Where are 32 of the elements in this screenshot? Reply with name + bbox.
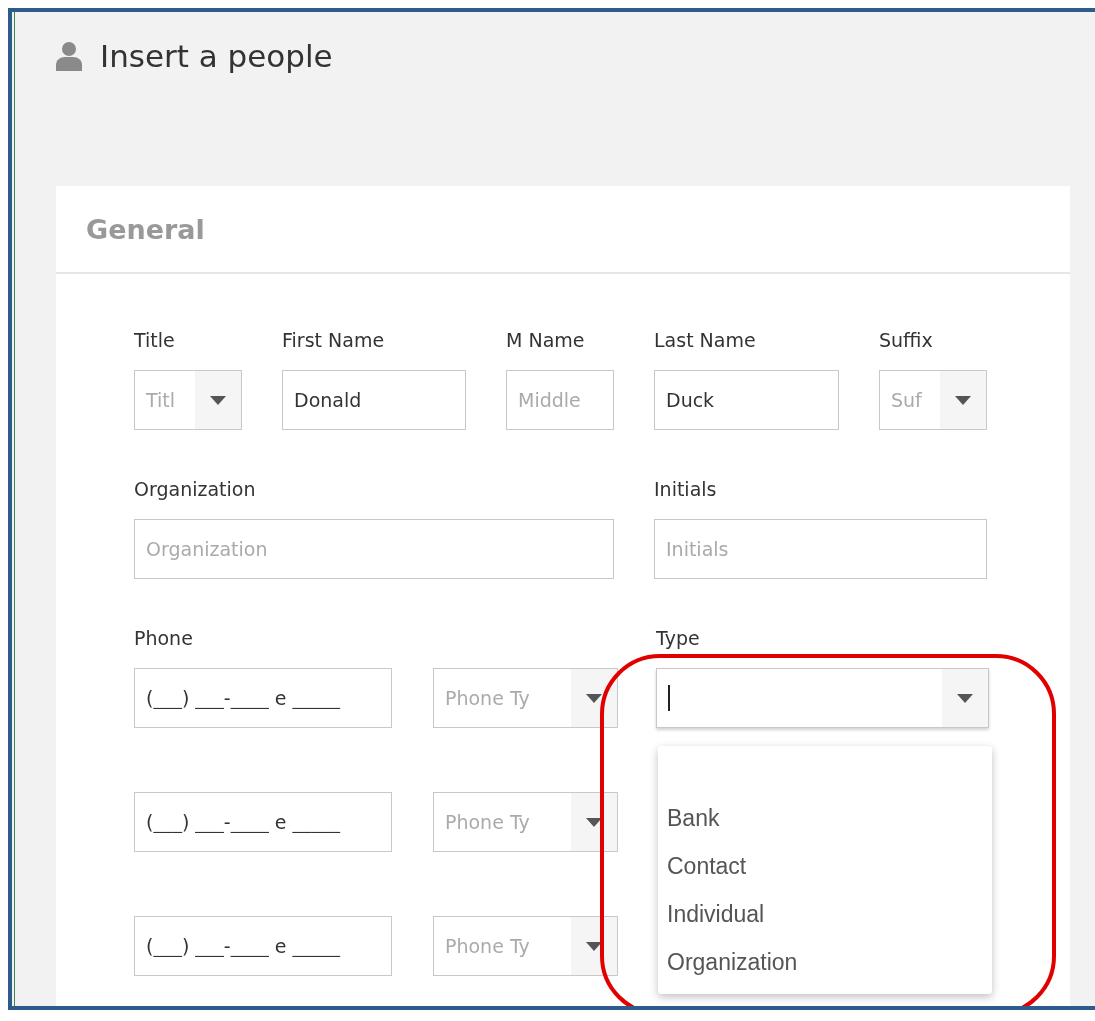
field-label: Title [134,328,176,352]
section-title: General [86,213,205,245]
person-icon [56,41,82,71]
caret-icon [586,693,602,703]
caret-icon [955,395,971,405]
type-combobox[interactable] [656,668,989,728]
phone-input[interactable]: (___) ___-____ e _____ [134,916,392,976]
field-label: Organization [134,477,257,501]
field-label: Phone [134,626,194,650]
dropdown-option[interactable]: Contact [658,842,992,890]
phone-input[interactable]: (___) ___-____ e _____ [134,792,392,852]
dropdown-option[interactable]: Organization [658,938,992,986]
field-label: Last Name [654,328,757,352]
field-label: Initials [654,477,718,501]
caret-icon [586,941,602,951]
field-label: Suffix [879,328,934,352]
field-label: Type [656,626,701,650]
dropdown-option[interactable]: Individual [658,890,992,938]
text-cursor [668,685,670,711]
input-field[interactable]: Middle [506,370,614,430]
dropdown-option[interactable]: Bank [658,794,992,842]
input-field[interactable]: Duck [654,370,839,430]
phone-input[interactable]: (___) ___-____ e _____ [134,668,392,728]
page-title: Insert a people [100,38,333,74]
caret-icon [957,693,973,703]
caret-icon [586,817,602,827]
input-field[interactable]: Initials [654,519,987,579]
field-label: M Name [506,328,586,352]
input-field[interactable]: Organization [134,519,614,579]
field-label: First Name [282,328,386,352]
caret-icon [210,395,226,405]
input-field[interactable]: Donald [282,370,466,430]
